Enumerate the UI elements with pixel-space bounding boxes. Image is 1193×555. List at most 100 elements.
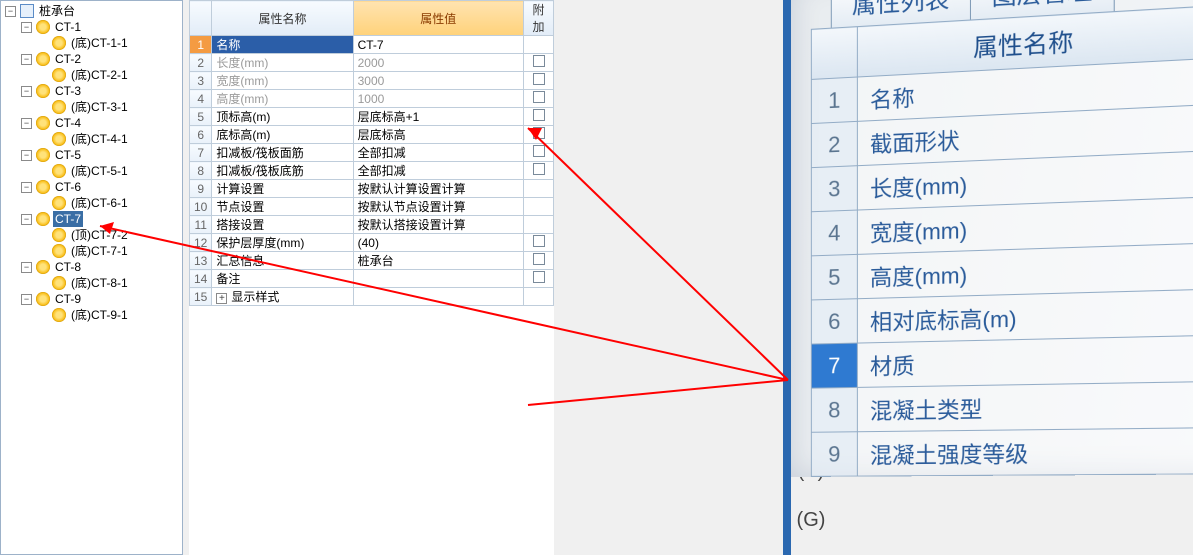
- property-name-cell[interactable]: 名称: [212, 36, 353, 54]
- collapse-icon[interactable]: −: [5, 6, 16, 17]
- property-name-cell[interactable]: 扣减板/筏板底筋: [212, 162, 353, 180]
- tree-label[interactable]: (底)CT-9-1: [69, 307, 130, 323]
- tree-row[interactable]: (底)CT-5-1: [1, 163, 182, 179]
- property-value-cell[interactable]: 按默认节点设置计算: [353, 198, 523, 216]
- tree-label[interactable]: (底)CT-6-1: [69, 195, 130, 211]
- tree-row[interactable]: −CT-6: [1, 179, 182, 195]
- checkbox-icon[interactable]: [533, 55, 545, 67]
- extra-cell[interactable]: [524, 252, 554, 270]
- extra-cell[interactable]: [524, 216, 554, 234]
- property-name-cell[interactable]: 长度(mm): [212, 54, 353, 72]
- property-value-cell[interactable]: 1000: [353, 90, 523, 108]
- tree-label[interactable]: CT-6: [53, 179, 83, 195]
- property-name-cell[interactable]: +显示样式: [212, 288, 353, 306]
- tree-row[interactable]: −CT-5: [1, 147, 182, 163]
- tree-row[interactable]: −CT-3: [1, 83, 182, 99]
- property-name-cell[interactable]: 宽度(mm): [212, 72, 353, 90]
- checkbox-icon[interactable]: [533, 163, 545, 175]
- tree-label[interactable]: CT-7: [53, 211, 83, 227]
- tree-row[interactable]: (底)CT-7-1: [1, 243, 182, 259]
- tree-label[interactable]: (底)CT-4-1: [69, 131, 130, 147]
- property-name-cell[interactable]: 搭接设置: [212, 216, 353, 234]
- extra-cell[interactable]: [524, 126, 554, 144]
- extra-cell[interactable]: [524, 162, 554, 180]
- property-value-cell[interactable]: 3000: [353, 72, 523, 90]
- collapse-icon[interactable]: −: [21, 262, 32, 273]
- tree-label[interactable]: CT-2: [53, 51, 83, 67]
- checkbox-icon[interactable]: [533, 91, 545, 103]
- property-value-cell[interactable]: 全部扣减: [353, 144, 523, 162]
- checkbox-icon[interactable]: [533, 73, 545, 85]
- col-header-name[interactable]: 属性名称: [212, 1, 353, 36]
- property-value-cell[interactable]: 层底标高: [353, 126, 523, 144]
- tree-row[interactable]: (底)CT-1-1: [1, 35, 182, 51]
- tree-label[interactable]: CT-8: [53, 259, 83, 275]
- property-name-cell[interactable]: 高度(mm): [212, 90, 353, 108]
- extra-cell[interactable]: [524, 270, 554, 288]
- tree-label[interactable]: (底)CT-3-1: [69, 99, 130, 115]
- extra-cell[interactable]: [524, 90, 554, 108]
- property-grid[interactable]: 属性名称 属性值 附加 1名称CT-72长度(mm)20003宽度(mm)300…: [189, 0, 554, 306]
- extra-cell[interactable]: [524, 180, 554, 198]
- property-value-cell[interactable]: [353, 288, 523, 306]
- grid-row[interactable]: 14备注: [190, 270, 554, 288]
- property-value-cell[interactable]: [353, 270, 523, 288]
- tree-label[interactable]: (底)CT-2-1: [69, 67, 130, 83]
- grid-row[interactable]: 6底标高(m)层底标高: [190, 126, 554, 144]
- checkbox-icon[interactable]: [533, 253, 545, 265]
- tree-row[interactable]: (底)CT-2-1: [1, 67, 182, 83]
- extra-cell[interactable]: [524, 72, 554, 90]
- property-name-cell[interactable]: 底标高(m): [212, 126, 353, 144]
- photo-property-table[interactable]: 属性名称 1名称ZCT-2截面形状矩形3长度(mm)12004宽度(mm)120…: [811, 1, 1193, 477]
- collapse-icon[interactable]: −: [21, 294, 32, 305]
- tree-row[interactable]: − CT-2: [1, 51, 182, 67]
- grid-row[interactable]: 3宽度(mm)3000: [190, 72, 554, 90]
- component-tree[interactable]: −桩承台−CT-1(底)CT-1-1−CT-2(底)CT-2-1−CT-3(底)…: [1, 1, 182, 325]
- checkbox-icon[interactable]: [533, 145, 545, 157]
- tree-label[interactable]: (底)CT-1-1: [69, 35, 130, 51]
- property-name-cell[interactable]: 汇总信息: [212, 252, 353, 270]
- tree-row[interactable]: (顶)CT-7-2: [1, 227, 182, 243]
- photo-row[interactable]: 9混凝土强度等级(C30: [811, 427, 1193, 477]
- extra-cell[interactable]: [524, 108, 554, 126]
- grid-row[interactable]: 7扣减板/筏板面筋全部扣减: [190, 144, 554, 162]
- photo-row[interactable]: 8混凝土类型(半干: [811, 380, 1193, 432]
- grid-row[interactable]: 8扣减板/筏板底筋全部扣减: [190, 162, 554, 180]
- grid-row[interactable]: 1名称CT-7: [190, 36, 554, 54]
- tree-label[interactable]: (底)CT-5-1: [69, 163, 130, 179]
- col-header-value[interactable]: 属性值: [353, 1, 523, 36]
- property-value-cell[interactable]: 按默认搭接设置计算: [353, 216, 523, 234]
- tree-row[interactable]: −桩承台: [1, 3, 182, 19]
- grid-row[interactable]: 12保护层厚度(mm)(40): [190, 234, 554, 252]
- tree-row[interactable]: (底)CT-6-1: [1, 195, 182, 211]
- collapse-icon[interactable]: −: [21, 214, 32, 225]
- tree-row[interactable]: (底)CT-4-1: [1, 131, 182, 147]
- extra-cell[interactable]: [524, 234, 554, 252]
- property-name-cell[interactable]: 保护层厚度(mm): [212, 234, 353, 252]
- property-value-cell[interactable]: 按默认计算设置计算: [353, 180, 523, 198]
- checkbox-icon[interactable]: [533, 235, 545, 247]
- extra-cell[interactable]: [524, 54, 554, 72]
- photo-prop-name[interactable]: 混凝土类型: [857, 382, 1193, 432]
- extra-cell[interactable]: [524, 288, 554, 306]
- extra-cell[interactable]: [524, 198, 554, 216]
- grid-row[interactable]: 5顶标高(m)层底标高+1: [190, 108, 554, 126]
- tree-row[interactable]: − CT-7: [1, 211, 182, 227]
- tree-row[interactable]: (底)CT-8-1: [1, 275, 182, 291]
- tree-label[interactable]: (底)CT-7-1: [69, 243, 130, 259]
- extra-cell[interactable]: [524, 144, 554, 162]
- collapse-icon[interactable]: −: [21, 86, 32, 97]
- property-value-cell[interactable]: CT-7: [353, 36, 523, 54]
- col-header-extra[interactable]: 附加: [524, 1, 554, 36]
- tree-label[interactable]: CT-1: [53, 19, 83, 35]
- tree-row[interactable]: − CT-9: [1, 291, 182, 307]
- property-value-cell[interactable]: 桩承台: [353, 252, 523, 270]
- tree-row[interactable]: (底)CT-3-1: [1, 99, 182, 115]
- grid-row[interactable]: 11搭接设置按默认搭接设置计算: [190, 216, 554, 234]
- property-name-cell[interactable]: 节点设置: [212, 198, 353, 216]
- collapse-icon[interactable]: −: [21, 54, 32, 65]
- tree-label[interactable]: CT-9: [53, 291, 83, 307]
- property-name-cell[interactable]: 顶标高(m): [212, 108, 353, 126]
- property-value-cell[interactable]: 层底标高+1: [353, 108, 523, 126]
- property-name-cell[interactable]: 备注: [212, 270, 353, 288]
